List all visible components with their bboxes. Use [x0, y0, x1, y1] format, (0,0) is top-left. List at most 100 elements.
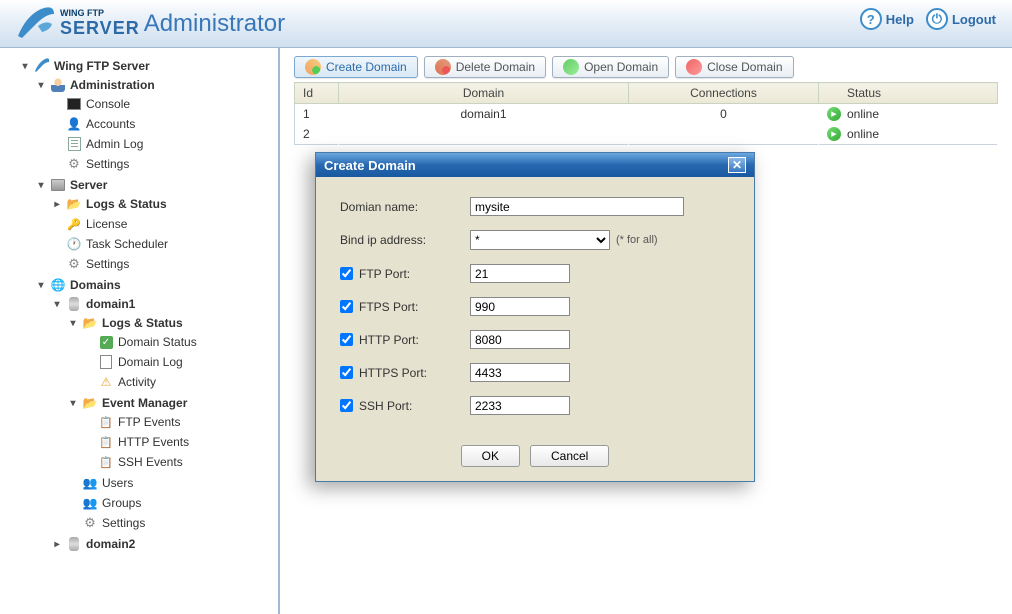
https-port-checkbox[interactable]	[340, 366, 353, 379]
close-domain-button[interactable]: Close Domain	[675, 56, 793, 78]
tree-domains[interactable]: ▾ Domains	[36, 276, 278, 294]
col-connections-header[interactable]: Connections	[629, 83, 819, 104]
tree-console[interactable]: Console	[52, 95, 278, 113]
dialog-titlebar[interactable]: Create Domain ✕	[316, 153, 754, 177]
tree-accounts[interactable]: Accounts	[52, 115, 278, 133]
collapse-icon[interactable]: ▾	[20, 61, 30, 71]
help-label: Help	[886, 12, 914, 27]
nav-tree: ▾Wing FTP Server ▾Administration Console…	[20, 56, 278, 556]
cell-connections	[629, 124, 819, 145]
wing-icon	[34, 58, 50, 74]
tree-server[interactable]: ▾Server	[36, 176, 278, 194]
tree-domain-log[interactable]: Domain Log	[84, 353, 278, 371]
tree-root[interactable]: ▾Wing FTP Server	[20, 57, 278, 75]
cell-domain: domain1	[339, 104, 629, 125]
tree-domain1[interactable]: ▾domain1	[52, 295, 278, 313]
tree-http-events[interactable]: HTTP Events	[84, 433, 278, 451]
delete-domain-button[interactable]: Delete Domain	[424, 56, 546, 78]
tree-domains-label: Domains	[70, 278, 121, 292]
tree-server-logs[interactable]: ▸ Logs & Status	[52, 195, 278, 213]
globe-icon	[50, 277, 66, 293]
col-status-header[interactable]: Status	[819, 83, 998, 104]
https-port-input[interactable]	[470, 363, 570, 382]
status-cell: online	[827, 107, 989, 121]
tree-serverlogs-label: Logs & Status	[86, 197, 167, 211]
tree-server-settings[interactable]: Settings	[52, 255, 278, 273]
expand-icon[interactable]: ▸	[52, 199, 62, 209]
ftp-port-input[interactable]	[470, 264, 570, 283]
tree-admin-settings[interactable]: Settings	[52, 155, 278, 173]
tree-administration[interactable]: ▾Administration	[36, 76, 278, 94]
collapse-icon[interactable]: ▾	[52, 299, 62, 309]
tree-scheduler[interactable]: Task Scheduler	[52, 235, 278, 253]
online-icon	[827, 107, 841, 121]
table-row[interactable]: 2 online	[295, 124, 998, 145]
tree-groups[interactable]: Groups	[68, 494, 278, 512]
create-domain-dialog: Create Domain ✕ Domian name: Bind ip add…	[315, 152, 755, 482]
collapse-icon[interactable]: ▾	[68, 398, 78, 408]
collapse-icon[interactable]: ▾	[36, 80, 46, 90]
tree-event-manager[interactable]: ▾Event Manager	[68, 394, 278, 412]
groups-icon	[82, 495, 98, 511]
logout-icon: ⏻	[926, 8, 948, 30]
tree-users[interactable]: Users	[68, 474, 278, 492]
header-actions: ? Help ⏻ Logout	[860, 8, 996, 30]
dialog-buttons: OK Cancel	[340, 445, 730, 467]
ftps-port-input[interactable]	[470, 297, 570, 316]
ssh-port-label: SSH Port:	[359, 399, 412, 413]
console-icon	[66, 96, 82, 112]
logout-button[interactable]: ⏻ Logout	[926, 8, 996, 30]
ftps-port-checkbox[interactable]	[340, 300, 353, 313]
open-domain-button[interactable]: Open Domain	[552, 56, 669, 78]
event-icon	[98, 454, 114, 470]
tree-d1-logs[interactable]: ▾Logs & Status	[68, 314, 278, 332]
http-port-checkbox[interactable]	[340, 333, 353, 346]
tree-admin-log[interactable]: Admin Log	[52, 135, 278, 153]
tree-accounts-label: Accounts	[86, 117, 135, 131]
create-domain-button[interactable]: Create Domain	[294, 56, 418, 78]
online-icon	[827, 127, 841, 141]
col-domain-header[interactable]: Domain	[339, 83, 629, 104]
tree-activity[interactable]: Activity	[84, 373, 278, 391]
header: WING FTP SERVER Administrator ? Help ⏻ L…	[0, 0, 1012, 48]
ssh-port-checkbox[interactable]	[340, 399, 353, 412]
open-label: Open Domain	[584, 60, 658, 74]
tree-ssh-events[interactable]: SSH Events	[84, 453, 278, 471]
collapse-icon[interactable]: ▾	[36, 180, 46, 190]
logo-bottom-text: SERVER	[60, 18, 140, 39]
tree-domain2[interactable]: ▸ domain2	[52, 535, 278, 553]
ftp-port-checkbox[interactable]	[340, 267, 353, 280]
ok-button[interactable]: OK	[461, 445, 520, 467]
cell-domain	[339, 124, 629, 145]
tree-license[interactable]: License	[52, 215, 278, 233]
http-port-label: HTTP Port:	[359, 333, 419, 347]
dialog-close-button[interactable]: ✕	[728, 157, 746, 173]
cancel-button[interactable]: Cancel	[530, 445, 609, 467]
status-cell: online	[827, 127, 989, 141]
tree-ftpev-label: FTP Events	[118, 415, 180, 429]
domain-name-input[interactable]	[470, 197, 684, 216]
expand-icon[interactable]: ▸	[52, 539, 62, 549]
http-port-input[interactable]	[470, 330, 570, 349]
toolbar: Create Domain Delete Domain Open Domain …	[294, 56, 998, 78]
bind-ip-label: Bind ip address:	[340, 233, 470, 247]
tree-ftp-events[interactable]: FTP Events	[84, 413, 278, 431]
tree-d1-settings[interactable]: Settings	[68, 514, 278, 532]
delete-label: Delete Domain	[456, 60, 535, 74]
collapse-icon[interactable]: ▾	[68, 318, 78, 328]
bind-ip-select[interactable]: *	[470, 230, 610, 250]
table-row[interactable]: 1 domain1 0 online	[295, 104, 998, 125]
tree-domain-status[interactable]: Domain Status	[84, 333, 278, 351]
folder-icon	[82, 315, 98, 331]
key-icon	[66, 216, 82, 232]
help-button[interactable]: ? Help	[860, 8, 914, 30]
col-id-header[interactable]: Id	[295, 83, 339, 104]
https-port-label: HTTPS Port:	[359, 366, 427, 380]
status-label: online	[847, 127, 879, 141]
log-icon	[66, 136, 82, 152]
ssh-port-input[interactable]	[470, 396, 570, 415]
accounts-icon	[66, 116, 82, 132]
doc-icon	[98, 354, 114, 370]
tree-domain2-label: domain2	[86, 537, 135, 551]
collapse-icon[interactable]: ▾	[36, 280, 46, 290]
